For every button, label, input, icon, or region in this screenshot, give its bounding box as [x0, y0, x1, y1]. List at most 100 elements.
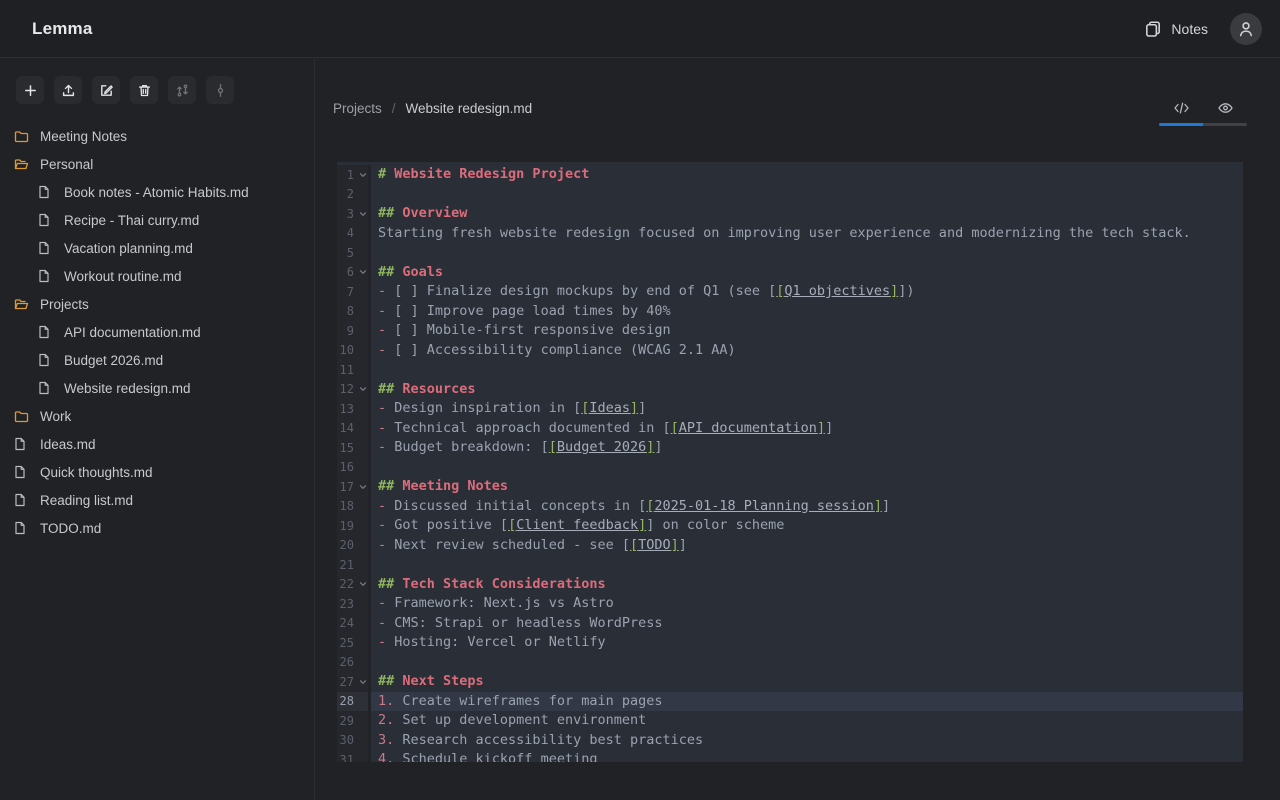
- new-note-button[interactable]: [16, 76, 44, 104]
- editor-line[interactable]: 16: [337, 458, 1243, 478]
- editor-line-content[interactable]: - Hosting: Vercel or Netlify: [371, 633, 1243, 653]
- editor-line-content[interactable]: 2. Set up development environment: [371, 711, 1243, 731]
- markdown-editor[interactable]: 1# Website Redesign Project23## Overview…: [337, 162, 1243, 762]
- editor-line-content[interactable]: [371, 360, 1243, 380]
- editor-line[interactable]: 10- [ ] Accessibility compliance (WCAG 2…: [337, 341, 1243, 361]
- editor-line[interactable]: 7- [ ] Finalize design mockups by end of…: [337, 282, 1243, 302]
- editor-line-content[interactable]: ## Overview: [371, 204, 1243, 224]
- editor-line[interactable]: 15- Budget breakdown: [[Budget 2026]]: [337, 438, 1243, 458]
- editor-line-content[interactable]: Starting fresh website redesign focused …: [371, 224, 1243, 244]
- commit-button[interactable]: [206, 76, 234, 104]
- editor-line-content[interactable]: - [ ] Finalize design mockups by end of …: [371, 282, 1243, 302]
- editor-line[interactable]: 9- [ ] Mobile-first responsive design: [337, 321, 1243, 341]
- editor-line-content[interactable]: - Discussed initial concepts in [[2025-0…: [371, 497, 1243, 517]
- editor-line-content[interactable]: [371, 555, 1243, 575]
- tree-file-ideas-md[interactable]: Ideas.md: [0, 430, 314, 458]
- tree-file-reading-list-md[interactable]: Reading list.md: [0, 486, 314, 514]
- editor-line-content[interactable]: ## Resources: [371, 380, 1243, 400]
- editor-line[interactable]: 6## Goals: [337, 263, 1243, 283]
- editor-line[interactable]: 23- Framework: Next.js vs Astro: [337, 594, 1243, 614]
- wikilink[interactable]: Ideas: [589, 400, 630, 416]
- wikilink[interactable]: API documentation: [679, 420, 817, 436]
- editor-line[interactable]: 21: [337, 555, 1243, 575]
- tree-file-website-redesign-md[interactable]: Website redesign.md: [0, 374, 314, 402]
- editor-line-content[interactable]: # Website Redesign Project: [371, 165, 1243, 185]
- tab-preview-mode[interactable]: [1203, 95, 1247, 121]
- fold-chevron-icon[interactable]: [357, 268, 368, 276]
- editor-line-content[interactable]: - Framework: Next.js vs Astro: [371, 594, 1243, 614]
- editor-line[interactable]: 17## Meeting Notes: [337, 477, 1243, 497]
- editor-line-content[interactable]: - Technical approach documented in [[API…: [371, 419, 1243, 439]
- editor-line-content[interactable]: - Got positive [[Client feedback]] on co…: [371, 516, 1243, 536]
- editor-line-content[interactable]: - [ ] Improve page load times by 40%: [371, 302, 1243, 322]
- tree-file-quick-thoughts-md[interactable]: Quick thoughts.md: [0, 458, 314, 486]
- tree-file-api-documentation-md[interactable]: API documentation.md: [0, 318, 314, 346]
- editor-line[interactable]: 25- Hosting: Vercel or Netlify: [337, 633, 1243, 653]
- tab-code-mode[interactable]: [1159, 95, 1203, 121]
- tree-file-book-notes-atomic-habits-md[interactable]: Book notes - Atomic Habits.md: [0, 178, 314, 206]
- breadcrumb-parent[interactable]: Projects: [333, 99, 382, 119]
- fold-chevron-icon[interactable]: [357, 678, 368, 686]
- editor-line[interactable]: 22## Tech Stack Considerations: [337, 575, 1243, 595]
- editor-line[interactable]: 292. Set up development environment: [337, 711, 1243, 731]
- editor-line-content[interactable]: [371, 243, 1243, 263]
- tree-file-recipe-thai-curry-md[interactable]: Recipe - Thai curry.md: [0, 206, 314, 234]
- editor-line[interactable]: 8- [ ] Improve page load times by 40%: [337, 302, 1243, 322]
- editor-line-content[interactable]: - Design inspiration in [[Ideas]]: [371, 399, 1243, 419]
- user-avatar-button[interactable]: [1230, 13, 1262, 45]
- editor-line[interactable]: 14- Technical approach documented in [[A…: [337, 419, 1243, 439]
- wikilink[interactable]: 2025-01-18 Planning session: [654, 498, 873, 514]
- editor-line[interactable]: 11: [337, 360, 1243, 380]
- wikilink[interactable]: Q1 objectives: [784, 283, 890, 299]
- sync-button[interactable]: [168, 76, 196, 104]
- editor-line[interactable]: 314. Schedule kickoff meeting: [337, 750, 1243, 762]
- fold-chevron-icon[interactable]: [357, 210, 368, 218]
- editor-line-content[interactable]: 1. Create wireframes for main pages: [371, 692, 1243, 712]
- tree-folder-personal[interactable]: Personal: [0, 150, 314, 178]
- notes-button[interactable]: Notes: [1144, 20, 1208, 38]
- editor-line-content[interactable]: - Budget breakdown: [[Budget 2026]]: [371, 438, 1243, 458]
- editor-line[interactable]: 13- Design inspiration in [[Ideas]]: [337, 399, 1243, 419]
- editor-line[interactable]: 12## Resources: [337, 380, 1243, 400]
- editor-line-content[interactable]: ## Tech Stack Considerations: [371, 575, 1243, 595]
- editor-line[interactable]: 27## Next Steps: [337, 672, 1243, 692]
- wikilink[interactable]: Client feedback: [516, 517, 638, 533]
- editor-line[interactable]: 26: [337, 653, 1243, 673]
- editor-line-content[interactable]: 3. Research accessibility best practices: [371, 731, 1243, 751]
- edit-button[interactable]: [92, 76, 120, 104]
- tree-folder-meeting-notes[interactable]: Meeting Notes: [0, 122, 314, 150]
- editor-line[interactable]: 2: [337, 185, 1243, 205]
- fold-chevron-icon[interactable]: [357, 580, 368, 588]
- editor-line-content[interactable]: [371, 653, 1243, 673]
- tree-file-todo-md[interactable]: TODO.md: [0, 514, 314, 542]
- editor-line-content[interactable]: [371, 185, 1243, 205]
- tree-file-workout-routine-md[interactable]: Workout routine.md: [0, 262, 314, 290]
- tree-folder-projects[interactable]: Projects: [0, 290, 314, 318]
- tree-folder-work[interactable]: Work: [0, 402, 314, 430]
- editor-line-content[interactable]: ## Next Steps: [371, 672, 1243, 692]
- delete-button[interactable]: [130, 76, 158, 104]
- editor-line[interactable]: 303. Research accessibility best practic…: [337, 731, 1243, 751]
- editor-line-content[interactable]: - Next review scheduled - see [[TODO]]: [371, 536, 1243, 556]
- fold-chevron-icon[interactable]: [357, 385, 368, 393]
- editor-line[interactable]: 5: [337, 243, 1243, 263]
- editor-line[interactable]: 18- Discussed initial concepts in [[2025…: [337, 497, 1243, 517]
- editor-line-content[interactable]: - [ ] Accessibility compliance (WCAG 2.1…: [371, 341, 1243, 361]
- tree-file-vacation-planning-md[interactable]: Vacation planning.md: [0, 234, 314, 262]
- wikilink[interactable]: TODO: [638, 537, 671, 553]
- editor-line-content[interactable]: 4. Schedule kickoff meeting: [371, 750, 1243, 762]
- wikilink[interactable]: Budget 2026: [557, 439, 646, 455]
- editor-line[interactable]: 281. Create wireframes for main pages: [337, 692, 1243, 712]
- upload-button[interactable]: [54, 76, 82, 104]
- editor-line[interactable]: 24- CMS: Strapi or headless WordPress: [337, 614, 1243, 634]
- fold-chevron-icon[interactable]: [357, 483, 368, 491]
- editor-line[interactable]: 1# Website Redesign Project: [337, 165, 1243, 185]
- fold-chevron-icon[interactable]: [357, 171, 368, 179]
- editor-line-content[interactable]: - [ ] Mobile-first responsive design: [371, 321, 1243, 341]
- editor-line[interactable]: 20- Next review scheduled - see [[TODO]]: [337, 536, 1243, 556]
- editor-line-content[interactable]: ## Goals: [371, 263, 1243, 283]
- editor-line-content[interactable]: - CMS: Strapi or headless WordPress: [371, 614, 1243, 634]
- editor-line[interactable]: 19- Got positive [[Client feedback]] on …: [337, 516, 1243, 536]
- editor-line[interactable]: 4Starting fresh website redesign focused…: [337, 224, 1243, 244]
- editor-line[interactable]: 3## Overview: [337, 204, 1243, 224]
